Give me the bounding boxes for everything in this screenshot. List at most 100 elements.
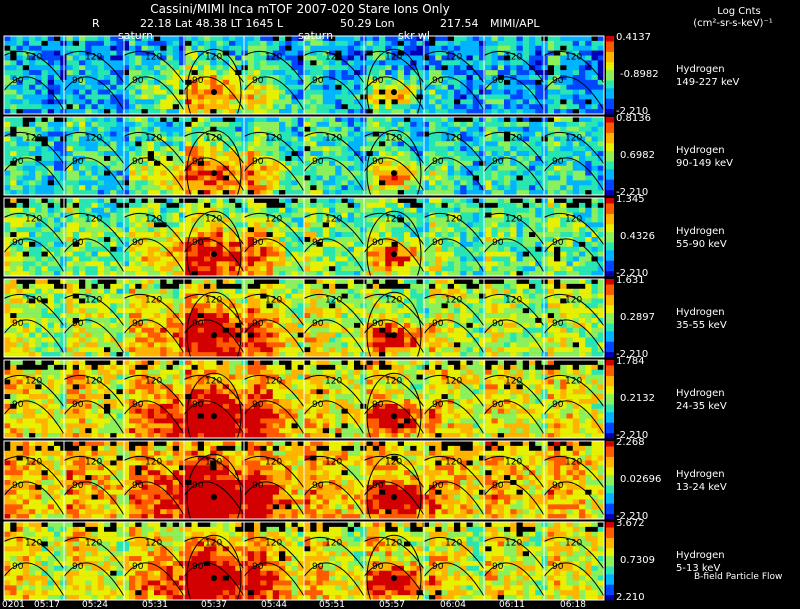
heat-cell <box>266 175 274 181</box>
heat-cell <box>497 222 505 228</box>
heat-cell <box>85 185 92 191</box>
heat-cell <box>91 121 99 128</box>
heat-cell <box>572 126 580 132</box>
heat-cell <box>29 198 36 204</box>
heat-cell <box>454 241 461 248</box>
heat-cell <box>591 202 599 209</box>
heat-cell <box>179 222 186 228</box>
heat-cell <box>266 99 274 105</box>
heat-cell <box>385 36 392 42</box>
heat-cell <box>260 117 267 123</box>
heat-cell <box>391 241 399 248</box>
heat-cell <box>179 126 186 132</box>
heat-cell <box>54 55 61 61</box>
heat-cell <box>222 151 230 157</box>
heat-cell <box>397 256 405 262</box>
heat-cell <box>404 279 411 285</box>
heat-cell <box>479 45 486 51</box>
heat-cell <box>166 180 174 186</box>
heat-cell <box>504 36 511 42</box>
heat-cell <box>516 104 524 110</box>
heat-cell <box>185 121 192 128</box>
heat-cell <box>560 175 567 181</box>
heat-cell <box>391 232 399 238</box>
heat-cell <box>472 185 480 191</box>
heat-cell <box>41 40 49 47</box>
heat-cell <box>110 141 117 147</box>
heat-cell <box>310 279 317 285</box>
heat-cell <box>116 131 124 137</box>
heat-cell <box>104 279 111 285</box>
heat-cell <box>566 207 574 213</box>
heat-cell <box>272 84 280 90</box>
heat-cell <box>254 55 261 61</box>
heat-cell <box>97 261 105 267</box>
heat-cell <box>335 65 342 71</box>
heat-cell <box>516 266 524 272</box>
colorbar-segment <box>606 205 614 209</box>
heat-cell <box>154 251 161 257</box>
heat-cell <box>322 117 330 123</box>
heat-cell <box>441 89 449 95</box>
heat-cell <box>72 266 80 272</box>
heat-cell <box>341 251 349 257</box>
contour-label: 90 <box>552 157 564 167</box>
heat-cell <box>41 237 49 243</box>
heat-cell <box>141 104 149 110</box>
heat-cell <box>354 89 361 95</box>
heat-cell <box>285 65 292 71</box>
heat-cell <box>435 45 442 51</box>
heat-cell <box>210 65 217 71</box>
heat-cell <box>229 45 236 51</box>
heat-cell <box>460 207 467 213</box>
heat-cell <box>329 94 336 100</box>
heat-cell <box>516 40 524 47</box>
heat-cell <box>41 45 49 51</box>
heat-cell <box>210 151 217 157</box>
heat-cell <box>335 126 342 132</box>
heat-cell <box>54 212 61 218</box>
heat-cell <box>535 117 542 123</box>
heat-cell <box>272 40 280 47</box>
heat-cell <box>35 232 42 238</box>
heat-cell <box>16 45 24 51</box>
heat-cell <box>185 175 192 181</box>
heat-cell <box>572 175 580 181</box>
heat-cell <box>97 251 105 257</box>
heat-cell <box>597 84 605 90</box>
heat-cell <box>416 222 424 228</box>
heat-cell <box>585 146 592 152</box>
heat-cell <box>516 251 524 257</box>
heat-cell <box>472 279 480 285</box>
heat-cell <box>297 279 305 285</box>
heat-cell <box>572 202 580 209</box>
heat-cell <box>247 104 255 110</box>
heat-cell <box>435 36 442 42</box>
heat-cell <box>397 146 405 152</box>
heat-cell <box>529 99 536 105</box>
heat-cell <box>397 170 405 176</box>
heat-cell <box>547 207 555 213</box>
contour-label: 120 <box>385 133 402 143</box>
heat-cell <box>247 151 255 157</box>
heat-cell <box>210 261 217 267</box>
heat-cell <box>116 65 124 71</box>
heat-cell <box>316 227 324 233</box>
colorbar-segment <box>606 163 614 167</box>
heat-cell <box>172 36 180 42</box>
heat-cell <box>79 104 86 110</box>
heat-cell <box>129 227 136 233</box>
heat-cell <box>510 246 517 252</box>
heat-cell <box>347 156 355 162</box>
heat-cell <box>185 202 192 209</box>
heat-cell <box>279 156 286 162</box>
heat-cell <box>410 185 417 191</box>
heat-cell <box>541 256 549 262</box>
heat-cell <box>254 175 261 181</box>
heat-cell <box>535 212 542 218</box>
heat-cell <box>147 70 155 76</box>
heat-cell <box>310 89 317 95</box>
heat-cell <box>329 261 336 267</box>
heat-cell <box>591 60 599 66</box>
heat-cell <box>222 261 230 267</box>
